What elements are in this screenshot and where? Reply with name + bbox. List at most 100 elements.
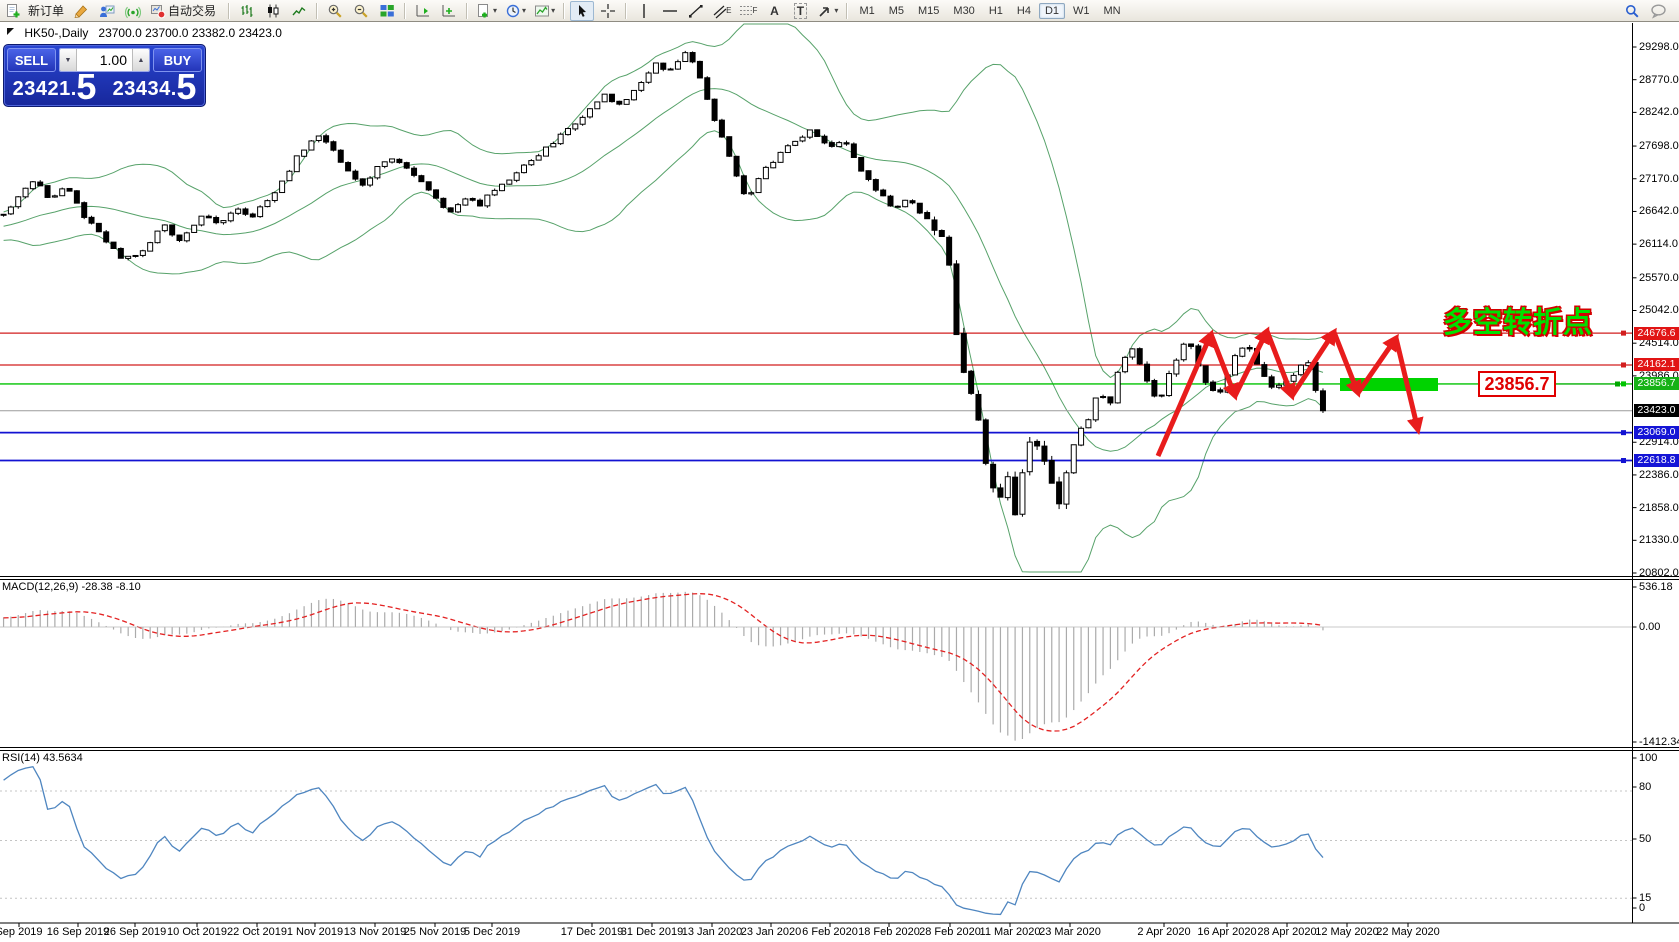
date-label: 12 May 2020 — [1315, 926, 1379, 938]
styler-button[interactable] — [69, 1, 93, 21]
date-label: 16 Sep 2019 — [47, 926, 109, 938]
price-tick-label: 28770.0 — [1639, 74, 1679, 86]
sell-price-int: 23421 — [13, 78, 71, 101]
indicators-icon — [476, 3, 492, 19]
toolbar-separator — [563, 3, 565, 19]
templates-button[interactable]: ▾ — [531, 1, 558, 21]
price-tick-label: 26114.0 — [1639, 238, 1679, 250]
timeframe-w1[interactable]: W1 — [1067, 3, 1096, 19]
date-label: 22 Oct 2019 — [227, 926, 287, 938]
periods-button[interactable]: ▾ — [502, 1, 529, 21]
label-connector-handle — [1615, 382, 1620, 387]
price-badge: 22618.8 — [1634, 454, 1679, 467]
volume-increase-button[interactable]: ▲ — [132, 49, 149, 71]
vline-tool-button[interactable] — [632, 1, 656, 21]
volume-decrease-button[interactable]: ▼ — [60, 49, 77, 71]
tile-windows-button[interactable] — [375, 1, 399, 21]
template-icon — [534, 3, 550, 19]
main-toolbar: 新订单 — [0, 0, 1679, 22]
price-tick-label: 22386.0 — [1639, 469, 1679, 481]
bar-chart-mode-button[interactable] — [235, 1, 259, 21]
text-tool-icon: A — [770, 4, 779, 18]
date-label: 10 Oct 2019 — [167, 926, 227, 938]
timeframe-m5[interactable]: M5 — [883, 3, 910, 19]
new-order-button[interactable] — [1, 1, 25, 21]
date-label: 16 Apr 2020 — [1197, 926, 1256, 938]
price-tick-label: 27698.0 — [1639, 140, 1679, 152]
turning-point-annotation[interactable]: 多空转折点 — [1443, 299, 1593, 341]
toolbar-separator — [625, 3, 627, 19]
chart-canvas — [0, 0, 1679, 942]
trendline-icon — [688, 3, 704, 19]
hline-tool-button[interactable] — [658, 1, 682, 21]
candlestick-mode-button[interactable] — [261, 1, 285, 21]
chat-button[interactable] — [1646, 1, 1670, 21]
sell-price[interactable]: 23421.5 — [7, 72, 102, 103]
label-tool-button[interactable]: T — [788, 1, 812, 21]
chart-shift-icon — [415, 3, 431, 19]
timeframe-m15[interactable]: M15 — [912, 3, 945, 19]
profile-chart-icon — [99, 3, 115, 19]
auto-scroll-icon — [441, 3, 457, 19]
price-tick-label: 20802.0 — [1639, 567, 1679, 579]
trendline-tool-button[interactable] — [684, 1, 708, 21]
timeframe-d1[interactable]: D1 — [1039, 3, 1065, 19]
date-label: 31 Dec 2019 — [621, 926, 683, 938]
timeframe-m30[interactable]: M30 — [947, 3, 980, 19]
arrows-tool-icon — [817, 3, 833, 19]
channel-tool-button[interactable]: E — [710, 1, 734, 21]
autotrade-button[interactable]: 自动交易 — [147, 1, 223, 21]
buy-price[interactable]: 23434.5 — [107, 72, 202, 103]
price-tick-label: 26642.0 — [1639, 205, 1679, 217]
sell-button[interactable]: SELL — [7, 48, 56, 72]
new-order-label[interactable]: 新订单 — [28, 2, 64, 19]
chart-shift-button[interactable] — [411, 1, 435, 21]
zoom-in-button[interactable] — [323, 1, 347, 21]
window-collapse-icon[interactable] — [7, 26, 16, 40]
sell-price-big-digit: 5 — [76, 73, 96, 101]
date-label: 22 May 2020 — [1376, 926, 1440, 938]
tile-windows-icon — [379, 3, 395, 19]
rsi-indicator-label: RSI(14) 43.5634 — [2, 752, 83, 764]
search-button[interactable] — [1620, 1, 1644, 21]
line-chart-mode-button[interactable] — [287, 1, 311, 21]
price-badge: 24676.6 — [1634, 327, 1679, 340]
autotrade-label: 自动交易 — [168, 2, 216, 19]
mt4-window: 新订单 — [0, 0, 1679, 942]
volume-widget: ▼ ▲ — [59, 48, 150, 72]
date-label: 13 Nov 2019 — [344, 926, 406, 938]
macd-indicator-label: MACD(12,26,9) -28.38 -8.10 — [2, 581, 141, 593]
price-level-label[interactable]: 23856.7 — [1478, 371, 1556, 397]
one-click-trading-panel: SELL ▼ ▲ BUY 23421.5 23434.5 — [3, 44, 206, 107]
crosshair-tool-button[interactable] — [596, 1, 620, 21]
cursor-tool-button[interactable] — [570, 1, 594, 21]
zoom-out-button[interactable] — [349, 1, 373, 21]
timeframe-mn[interactable]: MN — [1098, 3, 1127, 19]
date-label: 23 Mar 2020 — [1039, 926, 1101, 938]
date-label: 6 Feb 2020 — [802, 926, 858, 938]
auto-scroll-button[interactable] — [437, 1, 461, 21]
arrows-tool-button[interactable]: ▾ — [814, 1, 841, 21]
timeframe-h4[interactable]: H4 — [1011, 3, 1037, 19]
bb-lower — [4, 131, 1323, 572]
fibonacci-tool-button[interactable]: F — [736, 1, 760, 21]
rsi-axis-label: 50 — [1639, 833, 1679, 845]
macd-axis-label: 0.00 — [1639, 621, 1679, 633]
text-tool-button[interactable]: A — [762, 1, 786, 21]
label-tool-icon: T — [794, 3, 807, 19]
candlesticks — [1, 51, 1325, 517]
buy-price-big-digit: 5 — [176, 73, 196, 101]
price-badge: 23856.7 — [1634, 377, 1679, 390]
crosshair-icon — [600, 3, 616, 19]
news-button[interactable] — [121, 1, 145, 21]
price-tick-label: 21858.0 — [1639, 502, 1679, 514]
toolbar-separator — [846, 3, 848, 19]
price-badge: 23423.0 — [1634, 404, 1679, 417]
rsi-axis-label: 100 — [1639, 752, 1679, 764]
indicators-button[interactable]: ▾ — [473, 1, 500, 21]
price-badge: 24162.1 — [1634, 358, 1679, 371]
profile-button[interactable] — [95, 1, 119, 21]
timeframe-m1[interactable]: M1 — [853, 3, 880, 19]
timeframe-h1[interactable]: H1 — [983, 3, 1009, 19]
bar-chart-icon — [239, 3, 255, 19]
